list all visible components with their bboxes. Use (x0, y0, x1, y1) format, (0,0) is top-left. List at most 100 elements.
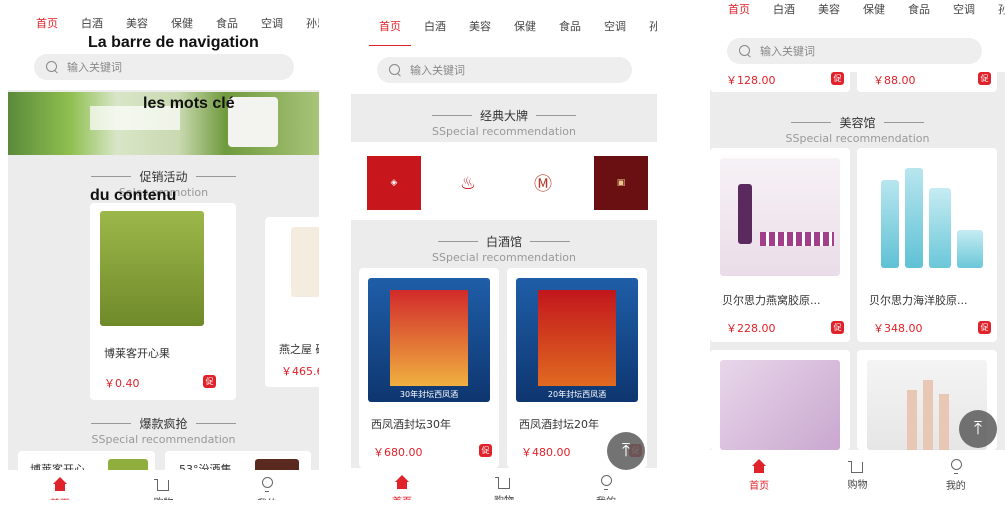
product-image (867, 158, 987, 276)
hot-title: 爆款疯抢 (8, 415, 319, 432)
bottom-nav-shop[interactable]: 购物 (827, 460, 887, 491)
banner-product (228, 97, 278, 147)
beauty-title: 美容馆 (710, 114, 1005, 131)
tab-health[interactable]: 保健 (514, 3, 536, 43)
search-icon (389, 63, 402, 77)
product-name: 西凤酒封坛20年 (519, 418, 599, 431)
bottle (923, 380, 933, 450)
bottom-nav-home[interactable]: 首页 (729, 458, 789, 492)
product-price: ￥465.6 (281, 365, 319, 378)
screen-home: 首页 白酒 美容 保健 食品 空调 孙思邈 输入关键词 促销活动 Sales p… (8, 0, 319, 516)
tab-home[interactable]: 首页 (369, 3, 411, 46)
shopping-icon (495, 476, 510, 489)
tab-beauty[interactable]: 美容 (469, 3, 491, 43)
tab-food[interactable]: 食品 (908, 0, 930, 28)
search-input[interactable]: 输入关键词 (34, 54, 294, 80)
nav-tabs: 首页 白酒 美容 保健 食品 空调 孙思邈 (351, 0, 657, 46)
liquor-product-card[interactable]: 30年封坛西凤酒 西凤酒封坛30年 ￥680.00 促 (359, 268, 499, 468)
annotation-nav: La barre de navigation (88, 34, 259, 51)
search-placeholder: 输入关键词 (67, 61, 122, 74)
annotation-content: du contenu (90, 187, 177, 204)
user-icon (259, 476, 275, 492)
product-name: 贝尔思力海洋胶原... (869, 294, 968, 307)
brands-title: 经典大牌 (351, 107, 657, 124)
product-price: ￥228.00 (726, 322, 776, 335)
product-image (720, 360, 840, 450)
product-card-partial[interactable]: ￥128.00 促 (710, 70, 850, 92)
product-name: 博莱客开心果 (104, 347, 170, 360)
user-icon (948, 458, 964, 474)
hot-subtitle: SSpecial recommendation (91, 433, 236, 446)
cart-icon[interactable]: 促 (978, 72, 991, 85)
tab-sunsimiao[interactable]: 孙思邈 (649, 3, 657, 43)
triptych: 首页 白酒 美容 保健 食品 空调 孙思邈 输入关键词 促销活动 Sales p… (0, 0, 1005, 516)
brand-logos: ◈ ♨ Ⓜ ▣ (351, 142, 657, 220)
shopping-icon (848, 460, 864, 473)
liquor-subtitle: SSpecial recommendation (432, 251, 576, 264)
tab-food[interactable]: 食品 (559, 3, 581, 43)
product-image (291, 227, 319, 297)
bottles-row (760, 232, 834, 246)
search-input[interactable]: 输入关键词 (377, 57, 632, 83)
tab-liquor[interactable]: 白酒 (424, 3, 446, 43)
bottom-nav-label: 购物 (847, 479, 868, 491)
screen-brands: 首页 白酒 美容 保健 食品 空调 孙思邈 输入关键词 经典大牌 SSpecia… (351, 0, 657, 516)
cart-icon[interactable]: 促 (831, 72, 844, 85)
bottom-nav-mine[interactable]: 我的 (926, 458, 986, 492)
tab-liquor[interactable]: 白酒 (773, 0, 795, 28)
product-image-label: 20年封坛西凤酒 (547, 390, 607, 399)
product-price: ￥0.40 (104, 377, 140, 390)
promo-product-card[interactable]: 博莱客开心果 ￥0.40 促 (90, 203, 236, 400)
tab-health[interactable]: 保健 (863, 0, 885, 28)
promo-title: 促销活动 (8, 168, 319, 185)
product-price: ￥128.00 (726, 74, 776, 87)
tab-beauty[interactable]: 美容 (818, 0, 840, 28)
brand-logo[interactable]: ▣ (594, 156, 648, 210)
tab-aircon[interactable]: 空调 (261, 0, 283, 40)
bottle (907, 390, 917, 450)
tab-home[interactable]: 首页 (36, 0, 58, 40)
hot-section-header: 爆款疯抢 SSpecial recommendation (8, 415, 319, 446)
brand-logo[interactable]: Ⓜ (516, 156, 570, 210)
beauty-subtitle: SSpecial recommendation (785, 132, 930, 145)
bottom-nav: 首页 购物 我的 (710, 450, 1005, 500)
product-price: ￥480.00 (521, 446, 571, 459)
tab-sunsimiao[interactable]: 孙思邈 (998, 0, 1005, 28)
tab-sunsimiao[interactable]: 孙思邈 (306, 0, 319, 40)
beauty-section-header: 美容馆 SSpecial recommendation (710, 114, 1005, 145)
jar (957, 230, 983, 268)
cart-icon[interactable]: 促 (831, 321, 844, 334)
search-icon (739, 44, 752, 58)
promo-product-card[interactable]: 燕之屋 碗 ￥465.6 (265, 217, 319, 387)
annotation-keywords: les mots clé (143, 95, 235, 112)
cart-icon[interactable]: 促 (479, 444, 492, 457)
search-placeholder: 输入关键词 (410, 64, 465, 77)
brand-logo[interactable]: ♨ (441, 156, 495, 210)
bottle (881, 180, 899, 268)
cart-icon[interactable]: 促 (978, 321, 991, 334)
bottle-box (390, 290, 468, 386)
bottom-nav-label: 我的 (945, 480, 966, 492)
tab-home[interactable]: 首页 (728, 0, 750, 28)
product-name: 西凤酒封坛30年 (371, 418, 451, 431)
cart-icon[interactable]: 促 (203, 375, 216, 388)
tab-aircon[interactable]: 空调 (953, 0, 975, 28)
beauty-product-card[interactable]: 贝尔思力海洋胶原... ￥348.00 促 (857, 148, 997, 342)
back-to-top-button[interactable]: ⤒ (959, 410, 997, 448)
product-image: 30年封坛西凤酒 (368, 278, 490, 402)
product-image (100, 211, 204, 326)
brand-logo[interactable]: ◈ (367, 156, 421, 210)
beauty-product-card[interactable] (710, 350, 850, 450)
product-card-partial[interactable]: ￥88.00 促 (857, 70, 997, 92)
product-image: 20年封坛西凤酒 (516, 278, 638, 402)
bottle (929, 188, 951, 268)
search-input[interactable]: 输入关键词 (727, 38, 982, 64)
screen-beauty: 首页 白酒 美容 保健 食品 空调 孙思邈 输入关键词 ￥128.00 促 ￥8… (710, 0, 1005, 516)
beauty-product-card[interactable]: 贝尔思力燕窝胶原... ￥228.00 促 (710, 148, 850, 342)
home-icon (52, 476, 68, 492)
brands-section-header: 经典大牌 SSpecial recommendation (351, 107, 657, 138)
back-to-top-button[interactable]: ⤒ (607, 432, 645, 470)
product-image-label: 30年封坛西凤酒 (399, 390, 459, 399)
tab-aircon[interactable]: 空调 (604, 3, 626, 43)
user-icon (598, 474, 614, 490)
